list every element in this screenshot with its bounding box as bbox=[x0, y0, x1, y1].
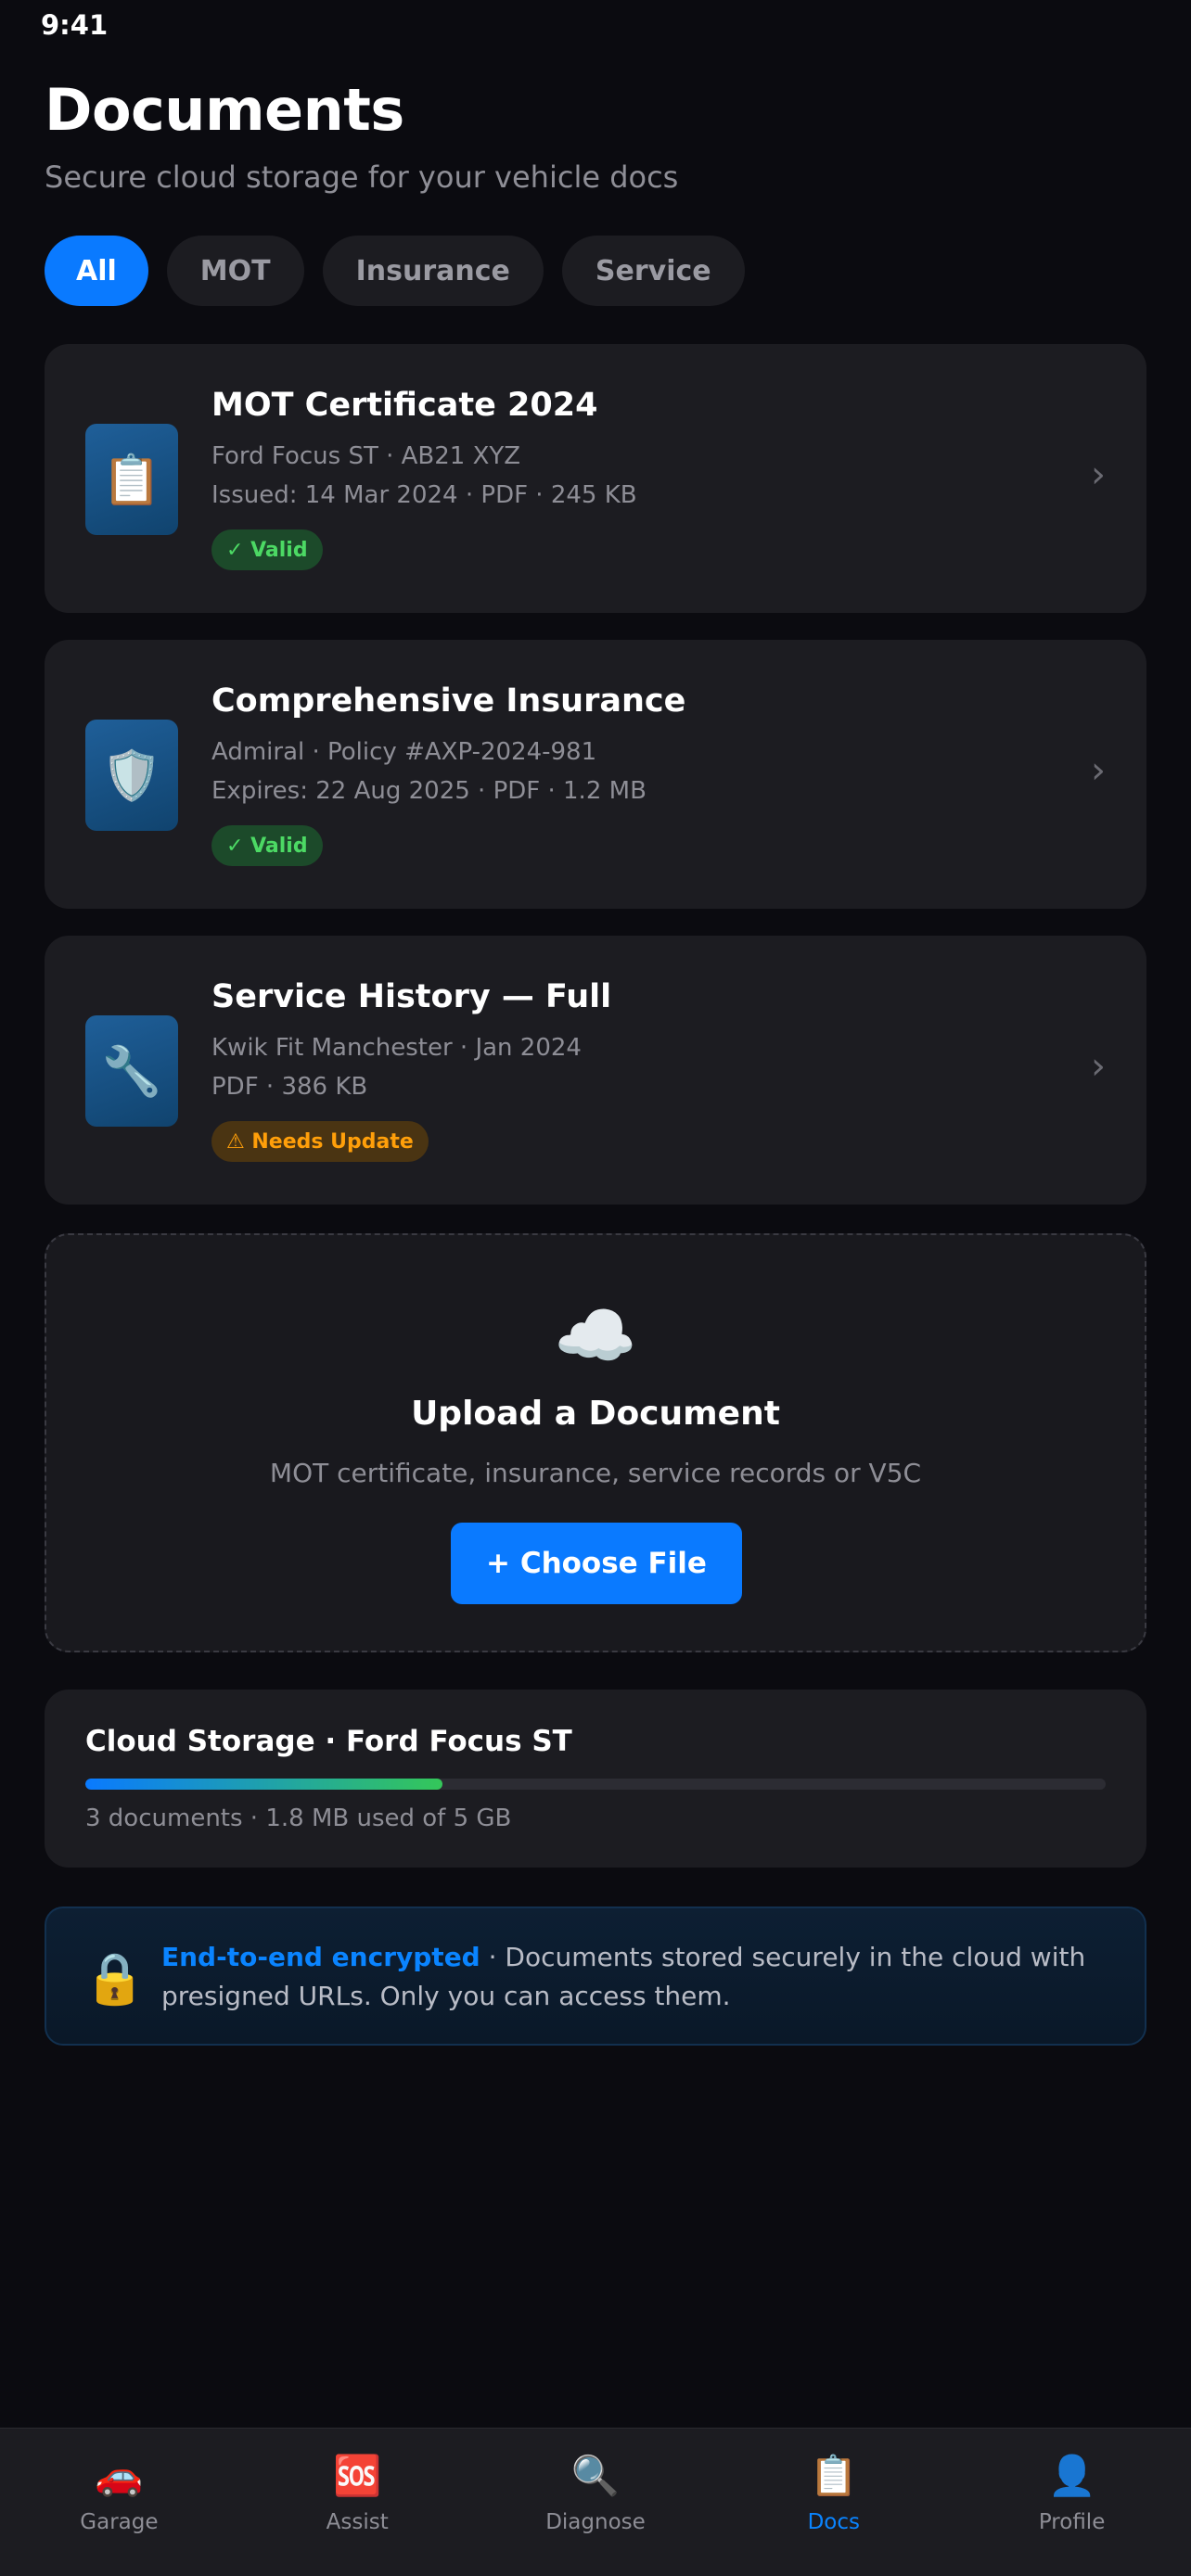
filter-chip-all[interactable]: All bbox=[45, 236, 148, 306]
chevron-right-icon: › bbox=[1091, 1045, 1106, 1088]
tab-diagnose[interactable]: 🔍 Diagnose bbox=[477, 2429, 715, 2576]
clipboard-icon: 📋 bbox=[809, 2453, 858, 2498]
document-card-mot[interactable]: 📋 MOT Certificate 2024 Ford Focus ST · A… bbox=[45, 344, 1146, 613]
shield-icon: 🛡️ bbox=[85, 720, 178, 831]
document-title: Comprehensive Insurance bbox=[211, 682, 686, 720]
choose-file-button[interactable]: + Choose File bbox=[451, 1523, 742, 1604]
document-details: Expires: 22 Aug 2025 · PDF · 1.2 MB bbox=[211, 777, 647, 805]
documents-screen: 9:41 Documents Secure cloud storage for … bbox=[0, 0, 1191, 2576]
document-details: PDF · 386 KB bbox=[211, 1073, 368, 1101]
tab-docs[interactable]: 📋 Docs bbox=[714, 2429, 953, 2576]
clipboard-icon: 📋 bbox=[85, 424, 178, 535]
upload-title: Upload a Document bbox=[411, 1395, 780, 1433]
document-details: Issued: 14 Mar 2024 · PDF · 245 KB bbox=[211, 481, 637, 509]
document-title: Service History — Full bbox=[211, 978, 612, 1015]
filter-chip-mot[interactable]: MOT bbox=[166, 236, 304, 306]
tab-label: Profile bbox=[1038, 2510, 1106, 2534]
lock-icon: 🔒 bbox=[83, 1949, 147, 2008]
upload-subtitle: MOT certificate, insurance, service reco… bbox=[269, 1458, 922, 1488]
tab-label: Garage bbox=[80, 2510, 159, 2534]
status-time: 9:41 bbox=[41, 9, 109, 41]
encryption-highlight: End-to-end encrypted bbox=[161, 1942, 480, 1972]
document-provider: Kwik Fit Manchester · Jan 2024 bbox=[211, 1034, 582, 1062]
document-card-insurance[interactable]: 🛡️ Comprehensive Insurance Admiral · Pol… bbox=[45, 640, 1146, 909]
encryption-notice: 🔒 End-to-end encrypted · Documents store… bbox=[45, 1906, 1146, 2046]
profile-icon: 👤 bbox=[1047, 2453, 1096, 2498]
storage-progress-fill bbox=[85, 1779, 442, 1790]
sos-icon: 🆘 bbox=[333, 2453, 382, 2498]
chevron-right-icon: › bbox=[1091, 453, 1106, 496]
upload-dropzone[interactable]: ☁️ Upload a Document MOT certificate, in… bbox=[45, 1233, 1146, 1652]
page-subtitle: Secure cloud storage for your vehicle do… bbox=[45, 159, 679, 195]
page-title: Documents bbox=[45, 76, 404, 144]
tab-assist[interactable]: 🆘 Assist bbox=[238, 2429, 477, 2576]
tab-profile[interactable]: 👤 Profile bbox=[953, 2429, 1191, 2576]
status-badge: ✓ Valid bbox=[211, 825, 323, 866]
cloud-icon: ☁️ bbox=[554, 1296, 637, 1374]
storage-title: Cloud Storage · Ford Focus ST bbox=[85, 1725, 572, 1758]
encryption-text: End-to-end encrypted · Documents stored … bbox=[161, 1938, 1098, 2016]
tab-bar: 🚗 Garage 🆘 Assist 🔍 Diagnose 📋 Docs 👤 Pr… bbox=[0, 2428, 1191, 2576]
status-badge: ⚠ Needs Update bbox=[211, 1121, 429, 1162]
tab-label: Assist bbox=[326, 2510, 389, 2534]
tab-label: Docs bbox=[807, 2510, 860, 2534]
wrench-icon: 🔧 bbox=[85, 1015, 178, 1127]
filter-chip-service[interactable]: Service bbox=[561, 236, 745, 306]
status-badge: ✓ Valid bbox=[211, 529, 323, 570]
document-title: MOT Certificate 2024 bbox=[211, 387, 598, 424]
storage-summary: 3 documents · 1.8 MB used of 5 GB bbox=[85, 1804, 512, 1832]
document-vehicle: Ford Focus ST · AB21 XYZ bbox=[211, 442, 521, 470]
chevron-right-icon: › bbox=[1091, 749, 1106, 792]
car-icon: 🚗 bbox=[95, 2453, 144, 2498]
document-card-service[interactable]: 🔧 Service History — Full Kwik Fit Manche… bbox=[45, 936, 1146, 1205]
magnifier-icon: 🔍 bbox=[570, 2453, 621, 2498]
cloud-storage-card: Cloud Storage · Ford Focus ST 3 document… bbox=[45, 1690, 1146, 1868]
filter-chip-insurance[interactable]: Insurance bbox=[322, 236, 544, 306]
document-provider: Admiral · Policy #AXP-2024-981 bbox=[211, 738, 597, 766]
tab-label: Diagnose bbox=[545, 2510, 646, 2534]
filter-chips: All MOT Insurance Service bbox=[45, 236, 745, 306]
tab-garage[interactable]: 🚗 Garage bbox=[0, 2429, 238, 2576]
storage-progress-bar bbox=[85, 1779, 1106, 1790]
